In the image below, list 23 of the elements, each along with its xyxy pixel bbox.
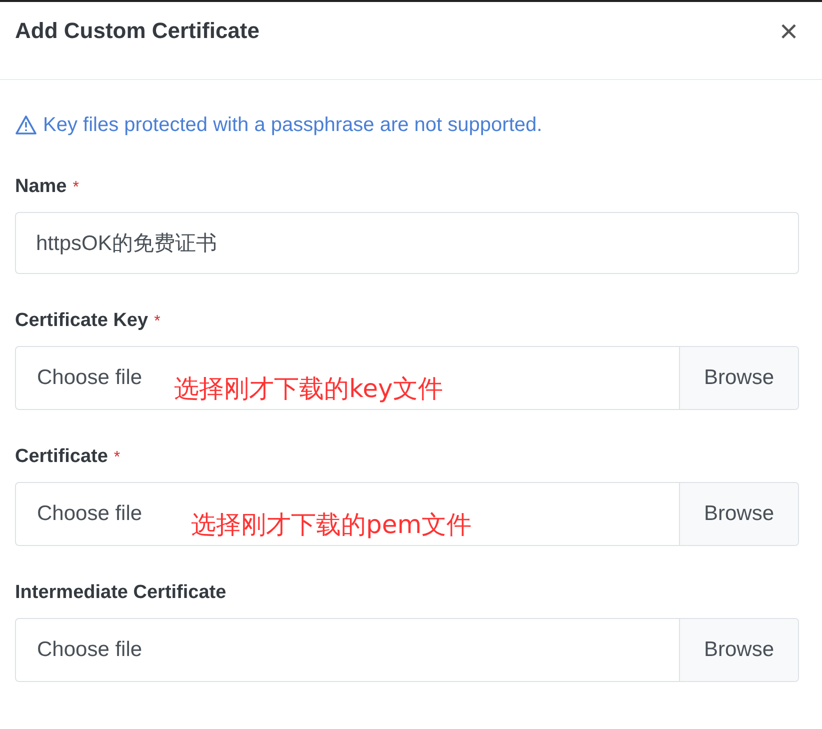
browse-button[interactable]: Browse: [679, 619, 798, 681]
field-label: Intermediate Certificate: [15, 581, 226, 605]
browse-button[interactable]: Browse: [679, 483, 798, 545]
annotation-text: 选择刚才下载的pem文件: [191, 509, 472, 541]
file-placeholder: Choose file: [37, 637, 142, 663]
name-input[interactable]: httpsOK的免费证书: [15, 212, 799, 274]
dialog-title: Add Custom Certificate: [15, 17, 260, 45]
file-placeholder: Choose file: [37, 365, 142, 391]
warning-text: Key files protected with a passphrase are not supported.: [43, 113, 542, 138]
field-label: Certificate Key: [15, 309, 148, 333]
required-mark: *: [72, 179, 79, 197]
required-mark: *: [114, 449, 120, 467]
file-input[interactable]: Choose file 选择刚才下载的pem文件 Browse: [15, 482, 799, 546]
file-input[interactable]: Choose file 选择刚才下载的key文件 Browse: [15, 346, 799, 410]
close-button[interactable]: ×: [779, 16, 798, 46]
field-label: Certificate: [15, 445, 108, 469]
required-mark: *: [154, 313, 160, 331]
annotation-text: 选择刚才下载的key文件: [174, 373, 443, 405]
file-input[interactable]: Choose file Browse: [15, 618, 799, 682]
browse-button[interactable]: Browse: [679, 347, 798, 409]
file-placeholder: Choose file: [37, 501, 142, 527]
field-label: Name: [15, 175, 67, 199]
warning-icon: [15, 115, 37, 135]
